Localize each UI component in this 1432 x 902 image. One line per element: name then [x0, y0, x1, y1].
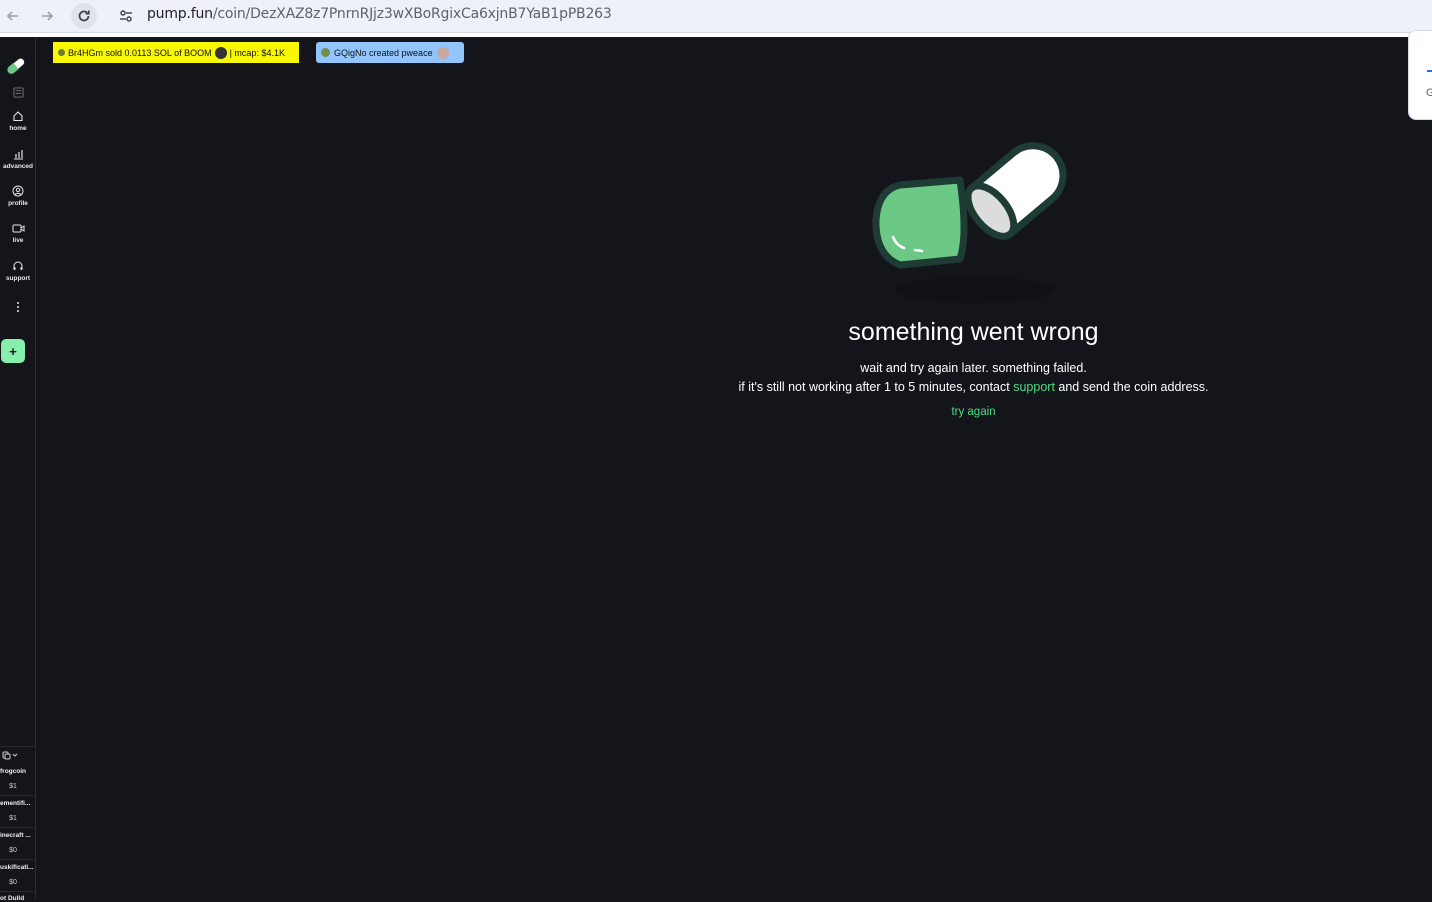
watchlist-item-name: inecraft ...	[0, 832, 31, 839]
ticker-user: GQigNo	[334, 47, 367, 58]
watchlist-item-price: $0	[9, 847, 17, 854]
watchlist-item-name: uskificati...	[0, 864, 34, 871]
browser-toolbar: pump.fun/coin/DezXAZ8z7PnrnRJjz3wXBoRgix…	[0, 0, 1432, 33]
divider	[0, 859, 36, 860]
sidebar-item-support[interactable]: support	[0, 260, 36, 282]
watchlist-item[interactable]: frogcoin $1	[0, 768, 36, 790]
user-circle-icon	[12, 185, 24, 197]
ticker-user: Br4HGm	[68, 47, 104, 58]
help-text-after: and send the coin address.	[1054, 380, 1209, 394]
watchlist-item[interactable]: ementifi... $1	[0, 800, 36, 822]
watchlist-item[interactable]: ot Dulld	[0, 895, 36, 902]
broken-pill-illustration	[872, 142, 1067, 303]
watchlist-item-price: $1	[9, 815, 17, 822]
sidebar-item-label: profile	[8, 200, 28, 207]
watchlist-item-price: $0	[9, 879, 17, 886]
watchlist-item-name: ementifi...	[0, 800, 31, 807]
chart-bars-icon	[14, 150, 23, 160]
sidebar-item-label: home	[9, 125, 27, 132]
video-camera-icon	[12, 224, 24, 233]
url-domain: pump.fun	[147, 6, 213, 22]
sidebar-item-board[interactable]	[0, 87, 36, 98]
side-popup[interactable]: G	[1408, 30, 1432, 120]
headset-icon	[13, 261, 23, 270]
watchlist-item-price: $1	[9, 783, 17, 790]
create-ticker[interactable]: GQigNo created pweace	[316, 42, 464, 63]
divider	[0, 795, 36, 796]
help-text-before: if it's still not working after 1 to 5 m…	[738, 380, 1014, 394]
sidebar-item-label: advanced	[3, 163, 33, 170]
coin-avatar	[436, 46, 449, 59]
watchlist-item[interactable]: inecraft ... $0	[0, 832, 36, 854]
home-icon	[13, 111, 23, 122]
sidebar-item-more[interactable]	[0, 301, 36, 313]
divider	[0, 891, 36, 892]
try-again-button[interactable]: try again	[900, 406, 1047, 418]
sidebar-item-profile[interactable]: profile	[0, 185, 36, 207]
avatar	[321, 48, 330, 57]
watchlist-item[interactable]: uskificati... $0	[0, 864, 36, 886]
forward-arrow-icon[interactable]	[34, 3, 60, 29]
sidebar-item-label: live	[12, 237, 24, 244]
url-path: /coin/DezXAZ8z7PnrnRJjz3wXBoRgixCa6xjnB7…	[212, 6, 612, 22]
copy-chevron-icon	[2, 751, 18, 760]
coin-avatar	[214, 46, 227, 59]
ticker-action: sold 0.0113 SOL of BOOM	[105, 47, 212, 58]
sidebar-item-label: support	[5, 275, 31, 282]
sidebar-item-live[interactable]: live	[0, 223, 36, 244]
address-bar[interactable]: pump.fun/coin/DezXAZ8z7PnrnRJjz3wXBoRgix…	[147, 6, 612, 22]
site-info-icon[interactable]	[113, 3, 139, 29]
error-message: wait and try again later. something fail…	[860, 361, 1087, 375]
watchlist-item-name: ot Dulld	[0, 895, 25, 902]
divider	[0, 827, 36, 828]
sidebar: home advanced profile live support + fro…	[0, 37, 36, 902]
avatar	[58, 49, 65, 56]
ticker-action: created pweace	[369, 47, 433, 58]
reload-icon[interactable]	[71, 3, 97, 29]
sidebar-item-home[interactable]: home	[0, 110, 36, 132]
popup-text: G	[1426, 87, 1432, 99]
error-title: something went wrong	[848, 318, 1099, 346]
error-help-text: if it's still not working after 1 to 5 m…	[700, 380, 1247, 394]
more-vertical-icon	[17, 302, 19, 312]
board-icon	[12, 87, 24, 98]
page-top-strip	[0, 33, 1432, 37]
sidebar-item-advanced[interactable]: advanced	[0, 148, 36, 170]
ticker-mcap: | mcap: $4.1K	[229, 47, 285, 58]
back-arrow-icon[interactable]	[0, 3, 26, 29]
support-link[interactable]: support	[1013, 380, 1055, 394]
create-coin-button[interactable]: +	[1, 339, 25, 363]
popup-accent-bar	[1427, 70, 1432, 72]
trade-ticker[interactable]: Br4HGm sold 0.0113 SOL of BOOM | mcap: $…	[53, 42, 299, 63]
pump-logo-icon[interactable]	[4, 54, 28, 78]
watchlist-header[interactable]	[0, 746, 36, 764]
watchlist-item-name: frogcoin	[0, 768, 26, 775]
